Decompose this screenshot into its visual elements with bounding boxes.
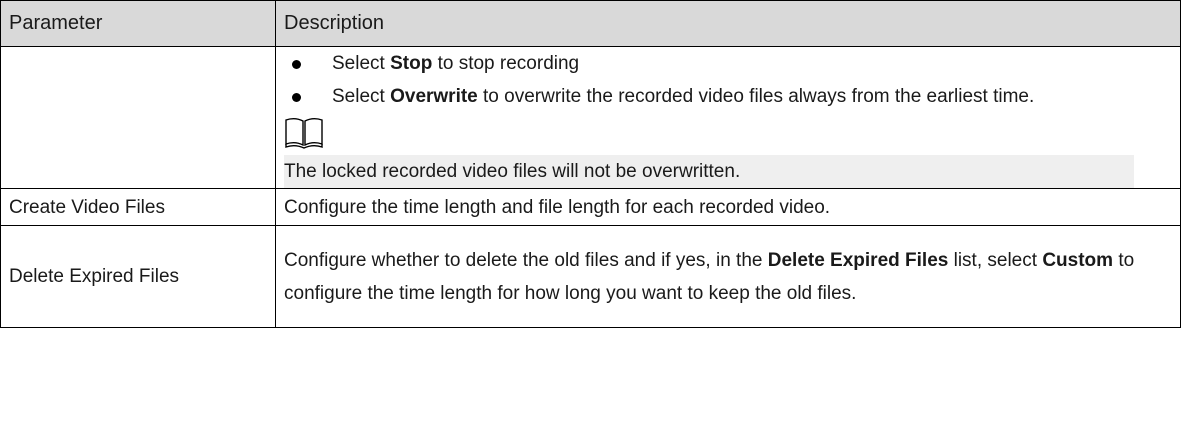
note-text: The locked recorded video files will not… (284, 155, 1134, 188)
stop-option-label: Stop (390, 53, 433, 74)
description-cell: Configure whether to delete the old file… (275, 225, 1181, 328)
description-cell: Configure the time length and file lengt… (275, 188, 1181, 226)
table-row: Create Video Files Configure the time le… (0, 188, 1181, 226)
table-row: Select Stop to stop recording Select Ove… (0, 46, 1181, 189)
parameter-table: Parameter Description Select Stop to sto… (0, 0, 1181, 328)
option-list: Select Stop to stop recording Select Ove… (284, 47, 1172, 113)
list-item-stop: Select Stop to stop recording (284, 47, 1172, 80)
parameter-cell: Delete Expired Files (0, 225, 276, 328)
parameter-cell: Create Video Files (0, 188, 276, 226)
bullet-icon (292, 60, 301, 69)
custom-option-label: Custom (1042, 249, 1114, 271)
book-note-icon (284, 113, 1172, 155)
bullet-icon (292, 93, 301, 102)
header-description: Description (275, 0, 1181, 47)
parameter-cell-empty (0, 46, 276, 189)
description-cell: Select Stop to stop recording Select Ove… (275, 46, 1181, 189)
overwrite-option-label: Overwrite (390, 86, 478, 107)
header-parameter: Parameter (0, 0, 276, 47)
table-row: Delete Expired Files Configure whether t… (0, 225, 1181, 328)
table-header-row: Parameter Description (0, 0, 1181, 47)
list-item-overwrite: Select Overwrite to overwrite the record… (284, 80, 1172, 113)
delete-expired-files-label: Delete Expired Files (767, 249, 949, 271)
